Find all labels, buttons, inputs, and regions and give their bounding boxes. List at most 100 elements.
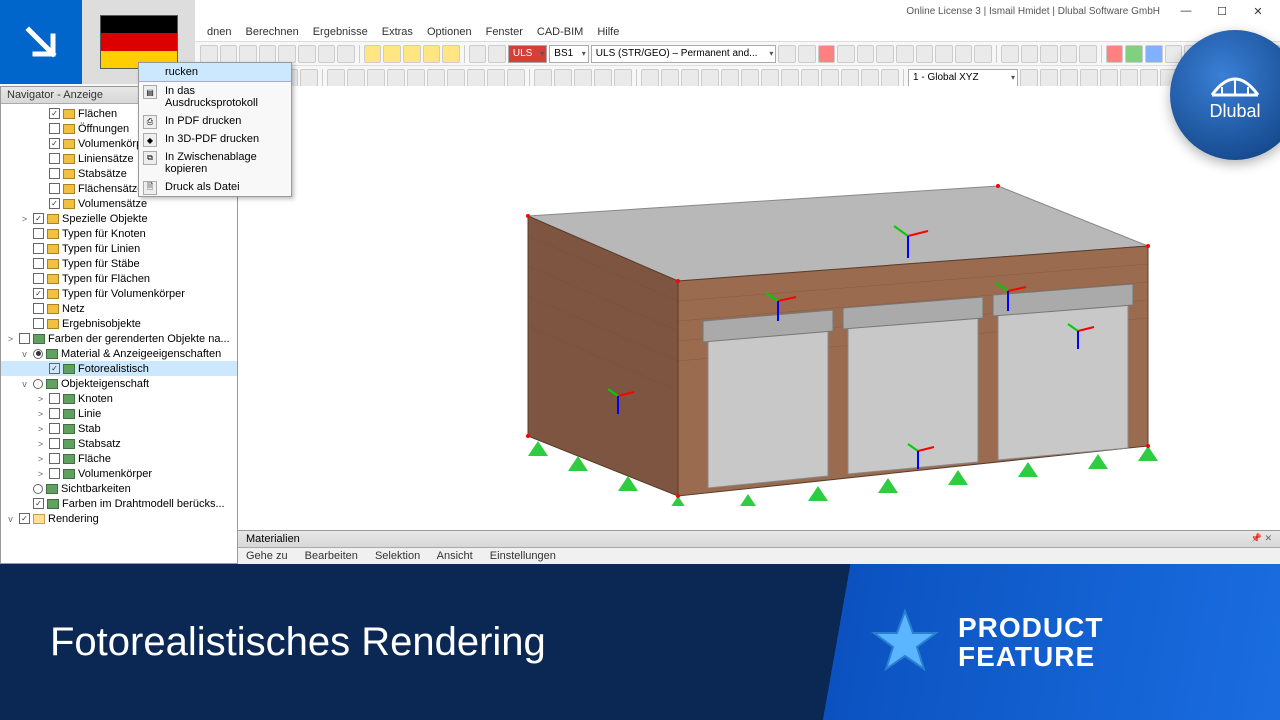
panel-menu-item[interactable]: Bearbeiten	[305, 550, 358, 562]
tool-button[interactable]	[837, 45, 855, 63]
tool-button[interactable]	[278, 45, 296, 63]
tool-button[interactable]	[798, 45, 816, 63]
3d-viewport[interactable]	[238, 86, 1280, 530]
menu-item[interactable]: dnen	[200, 26, 238, 38]
tool-button[interactable]	[387, 69, 405, 87]
tool-button[interactable]	[741, 69, 759, 87]
menu-item[interactable]: Berechnen	[238, 26, 305, 38]
tool-button[interactable]	[818, 45, 836, 63]
tree-item[interactable]: >Stabsatz	[1, 436, 237, 451]
tree-item[interactable]: >Knoten	[1, 391, 237, 406]
tool-button[interactable]	[916, 45, 934, 63]
tool-button[interactable]	[641, 69, 659, 87]
tree-item[interactable]: vMaterial & Anzeigeeigenschaften	[1, 346, 237, 361]
tree-item[interactable]: Ergebnisobjekte	[1, 316, 237, 331]
tree-item[interactable]: >Stab	[1, 421, 237, 436]
loadcase-combo[interactable]: ULS (STR/GEO) – Permanent and...	[591, 45, 777, 63]
tool-button[interactable]	[447, 69, 465, 87]
tree-item[interactable]: vRendering	[1, 511, 237, 526]
tool-button[interactable]	[427, 69, 445, 87]
tool-button[interactable]	[347, 69, 365, 87]
tool-button[interactable]	[778, 45, 796, 63]
tool-button[interactable]	[681, 69, 699, 87]
tool-button[interactable]	[1080, 69, 1098, 87]
pin-icon[interactable]: 📌 ✕	[1251, 533, 1272, 545]
tool-button[interactable]	[876, 45, 894, 63]
tool-button[interactable]	[1001, 45, 1019, 63]
tool-button[interactable]	[1020, 69, 1038, 87]
tool-button[interactable]	[801, 69, 819, 87]
tool-button[interactable]	[701, 69, 719, 87]
tree-item[interactable]: >Linie	[1, 406, 237, 421]
tree-item[interactable]: Typen für Flächen	[1, 271, 237, 286]
tool-button[interactable]	[507, 69, 525, 87]
tool-button[interactable]	[857, 45, 875, 63]
context-menu-item[interactable]: ⎙In PDF drucken	[139, 112, 291, 130]
tool-button[interactable]	[1079, 45, 1097, 63]
tool-button[interactable]	[935, 45, 953, 63]
tool-button[interactable]	[896, 45, 914, 63]
panel-menu-item[interactable]: Gehe zu	[246, 550, 288, 562]
tool-button[interactable]	[1060, 45, 1078, 63]
tool-button[interactable]	[1040, 69, 1058, 87]
tree-item[interactable]: Volumensätze	[1, 196, 237, 211]
tool-button[interactable]	[220, 45, 238, 63]
context-menu-item[interactable]: ▤In das Ausdrucksprotokoll	[139, 82, 291, 112]
tool-button[interactable]	[337, 45, 355, 63]
tool-button[interactable]	[821, 69, 839, 87]
loadcase-tag[interactable]: ULS	[508, 45, 547, 63]
panel-menu-item[interactable]: Einstellungen	[490, 550, 556, 562]
tool-button[interactable]	[781, 69, 799, 87]
tool-button[interactable]	[488, 45, 506, 63]
tool-button[interactable]	[614, 69, 632, 87]
tool-button[interactable]	[407, 69, 425, 87]
menu-item[interactable]: CAD-BIM	[530, 26, 590, 38]
tool-button[interactable]	[1145, 45, 1163, 63]
tool-button[interactable]	[469, 45, 487, 63]
tool-button[interactable]	[423, 45, 441, 63]
tree-item[interactable]: Sichtbarkeiten	[1, 481, 237, 496]
loadcase-code[interactable]: BS1	[549, 45, 588, 63]
tree-item[interactable]: >Farben der gerenderten Objekte na...	[1, 331, 237, 346]
minimize-button[interactable]: —	[1168, 0, 1204, 22]
tool-button[interactable]	[721, 69, 739, 87]
maximize-button[interactable]: ☐	[1204, 0, 1240, 22]
menu-item[interactable]: Ergebnisse	[306, 26, 375, 38]
tool-button[interactable]	[383, 45, 401, 63]
tool-button[interactable]	[1060, 69, 1078, 87]
tool-button[interactable]	[661, 69, 679, 87]
tool-button[interactable]	[1021, 45, 1039, 63]
panel-menu-item[interactable]: Selektion	[375, 550, 420, 562]
tree-item[interactable]: Fotorealistisch	[1, 361, 237, 376]
tree-item[interactable]: >Spezielle Objekte	[1, 211, 237, 226]
tree-item[interactable]: Farben im Drahtmodell berücks...	[1, 496, 237, 511]
tree-item[interactable]: vObjekteigenschaft	[1, 376, 237, 391]
tool-button[interactable]	[487, 69, 505, 87]
tree-item[interactable]: >Fläche	[1, 451, 237, 466]
close-button[interactable]: ✕	[1240, 0, 1276, 22]
tool-button[interactable]	[1120, 69, 1138, 87]
menu-item[interactable]: Hilfe	[590, 26, 626, 38]
tree-item[interactable]: Netz	[1, 301, 237, 316]
coord-system-combo[interactable]: 1 - Global XYZ	[908, 69, 1018, 87]
tool-button[interactable]	[761, 69, 779, 87]
tree-item[interactable]: >Volumenkörper	[1, 466, 237, 481]
tool-button[interactable]	[200, 45, 218, 63]
tool-button[interactable]	[881, 69, 899, 87]
tool-button[interactable]	[403, 45, 421, 63]
tool-button[interactable]	[239, 45, 257, 63]
tree-item[interactable]: Typen für Stäbe	[1, 256, 237, 271]
panel-menu-item[interactable]: Ansicht	[437, 550, 473, 562]
context-menu-item[interactable]: ◆In 3D-PDF drucken	[139, 130, 291, 148]
tool-button[interactable]	[1100, 69, 1118, 87]
context-menu-item[interactable]: 🗎Druck als Datei	[139, 178, 291, 196]
tool-button[interactable]	[1106, 45, 1124, 63]
tool-button[interactable]	[318, 45, 336, 63]
tool-button[interactable]	[1040, 45, 1058, 63]
tool-button[interactable]	[574, 69, 592, 87]
tree-item[interactable]: Typen für Volumenkörper	[1, 286, 237, 301]
tool-button[interactable]	[955, 45, 973, 63]
context-menu-header[interactable]: rucken	[139, 63, 291, 82]
tool-button[interactable]	[1140, 69, 1158, 87]
tool-button[interactable]	[861, 69, 879, 87]
